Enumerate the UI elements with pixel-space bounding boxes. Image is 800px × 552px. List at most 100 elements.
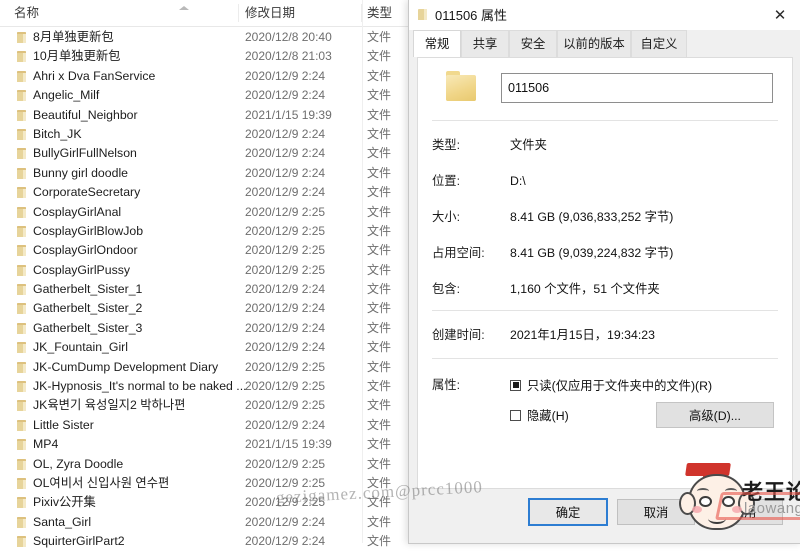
ok-button[interactable]: 确定 (528, 498, 608, 526)
file-type: 文件 (367, 30, 392, 44)
file-date: 2020/12/9 2:24 (245, 126, 326, 141)
file-type: 文件 (367, 185, 392, 200)
folder-icon (17, 284, 26, 296)
advanced-button[interactable]: 高级(D)... (656, 402, 774, 428)
file-date: 2020/12/9 2:24 (245, 340, 326, 355)
folder-icon (17, 381, 26, 393)
hidden-checkbox[interactable]: 隐藏(H) (510, 406, 569, 424)
dialog-button-bar: 确定 取消 应用 (409, 489, 800, 543)
file-type: 文件 (367, 437, 392, 452)
file-type: 文件 (367, 243, 392, 258)
file-name: SquirterGirlPart2 (33, 534, 125, 549)
file-date: 2020/12/9 2:25 (245, 398, 326, 413)
file-date: 2020/12/9 2:25 (245, 359, 326, 374)
file-name: Santa_Girl (33, 514, 92, 529)
file-type: 文件 (367, 88, 392, 103)
file-name: CosplayGirlAnal (33, 204, 122, 219)
file-type: 文件 (367, 126, 392, 141)
dialog-titlebar[interactable]: 011506 属性 ✕ (409, 0, 800, 30)
close-icon[interactable]: ✕ (759, 0, 800, 30)
file-type: 文件 (367, 49, 392, 64)
attributes-label: 属性: (432, 378, 461, 392)
folder-icon (418, 9, 427, 20)
chevron-up-icon (179, 6, 189, 10)
divider (432, 358, 778, 359)
file-type: 文件 (367, 359, 392, 374)
checkbox-indeterminate-icon[interactable] (510, 379, 521, 391)
file-date: 2020/12/9 2:24 (245, 301, 326, 316)
dialog-tabstrip: 常规 共享 安全 以前的版本 自定义 (409, 30, 800, 57)
folder-icon (17, 264, 26, 276)
file-type: 文件 (367, 301, 392, 316)
file-date: 2020/12/9 2:24 (245, 146, 326, 161)
file-name: Bunny girl doodle (33, 165, 129, 180)
file-date: 2020/12/9 2:24 (245, 282, 326, 297)
apply-button[interactable]: 应用 (705, 499, 783, 525)
file-date: 2020/12/8 20:40 (245, 30, 332, 44)
tab-3[interactable]: 以前的版本 (557, 30, 631, 57)
tab-4[interactable]: 自定义 (631, 30, 687, 57)
column-header-date[interactable]: 修改日期 (245, 0, 296, 26)
file-type: 文件 (367, 68, 392, 83)
file-name: 10月单独更新包 (33, 49, 121, 64)
file-name: OL여비서 신입사원 연수편 (33, 475, 170, 490)
file-date: 2021/1/15 19:39 (245, 107, 332, 122)
folder-properties-dialog: 011506 属性 ✕ 常规 共享 安全 以前的版本 自定义 011506 类型: 文件… (408, 0, 800, 544)
property-value: 8.41 GB (9,036,833,252 字节) (510, 210, 674, 224)
file-type: 文件 (367, 107, 392, 122)
folder-icon-large (446, 71, 476, 101)
property-row-size: 大小: 8.41 GB (9,036,833,252 字节) (418, 208, 792, 226)
tab-2[interactable]: 安全 (509, 30, 557, 57)
tab-1[interactable]: 共享 (461, 30, 509, 57)
tab-0[interactable]: 常规 (413, 30, 461, 57)
folder-icon (17, 148, 26, 160)
file-date: 2020/12/9 2:24 (245, 514, 326, 529)
folder-icon (17, 90, 26, 102)
folder-icon (17, 206, 26, 218)
file-type: 文件 (367, 417, 392, 432)
checkbox-unchecked-icon[interactable] (510, 409, 521, 421)
property-label: 位置: (432, 174, 461, 188)
property-row-contains: 包含: 1,160 个文件，51 个文件夹 (418, 280, 792, 298)
file-type: 文件 (367, 282, 392, 297)
file-name: Gatherbelt_Sister_1 (33, 282, 143, 297)
property-row-size-on-disk: 占用空间: 8.41 GB (9,039,224,832 字节) (418, 244, 792, 262)
property-label: 创建时间: (432, 328, 485, 342)
file-type: 文件 (367, 495, 392, 510)
file-type: 文件 (367, 456, 392, 471)
file-date: 2020/12/9 2:25 (245, 379, 326, 394)
divider (432, 120, 778, 121)
file-date: 2020/12/9 2:25 (245, 262, 326, 277)
file-date: 2020/12/8 21:03 (245, 49, 332, 64)
file-date: 2020/12/9 2:24 (245, 320, 326, 335)
file-type: 文件 (367, 398, 392, 413)
file-date: 2021/1/15 19:39 (245, 437, 332, 452)
property-value: 2021年1月15日，19:34:23 (510, 328, 655, 342)
property-label: 包含: (432, 282, 461, 296)
readonly-label: 只读(仅应用于文件夹中的文件)(R) (527, 379, 713, 393)
file-type: 文件 (367, 204, 392, 219)
column-divider[interactable] (238, 4, 239, 22)
readonly-checkbox[interactable]: 只读(仅应用于文件夹中的文件)(R) (510, 376, 712, 394)
folder-icon (17, 128, 26, 140)
folder-icon (17, 51, 26, 63)
file-name: Little Sister (33, 417, 94, 432)
property-label: 类型: (432, 138, 461, 152)
file-date: 2020/12/9 2:24 (245, 68, 326, 83)
property-row-type: 类型: 文件夹 (418, 136, 792, 154)
file-name: JK-Hypnosis_It's normal to be naked ... (33, 379, 247, 394)
column-header-type[interactable]: 类型 (367, 0, 393, 26)
file-name: 8月单独更新包 (33, 30, 114, 44)
cancel-button[interactable]: 取消 (617, 499, 695, 525)
folder-name-input[interactable]: 011506 (501, 73, 773, 103)
file-type: 文件 (367, 475, 392, 490)
folder-name-row: 011506 (418, 58, 792, 120)
folder-icon (17, 70, 26, 82)
property-label: 占用空间: (432, 246, 485, 260)
column-header-name[interactable]: 名称 (14, 0, 40, 26)
divider (432, 310, 778, 311)
file-name: JK육변기 육성일지2 박하나편 (33, 398, 186, 413)
folder-icon (17, 187, 26, 199)
file-date: 2020/12/9 2:24 (245, 185, 326, 200)
file-type: 文件 (367, 165, 392, 180)
